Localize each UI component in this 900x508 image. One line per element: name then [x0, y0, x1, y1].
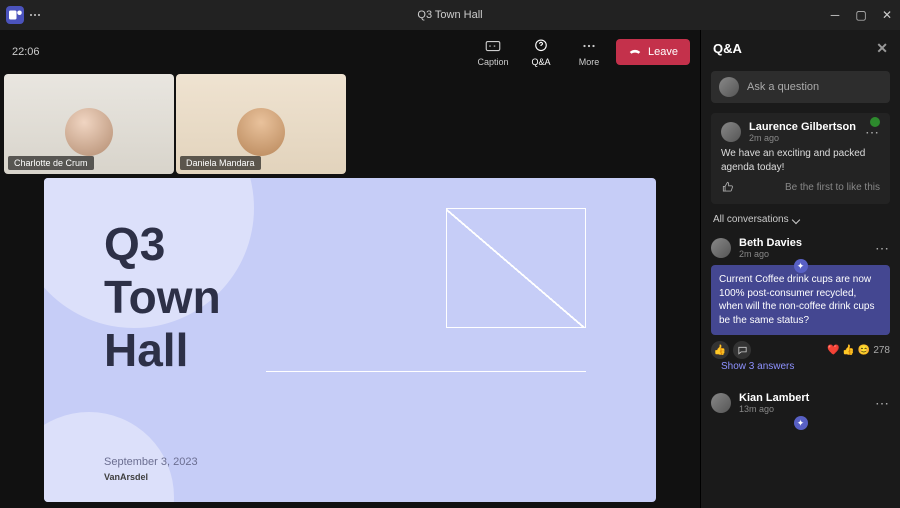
window-minimize[interactable]: ─	[828, 8, 842, 22]
question-body: Current Coffee drink cups are now 100% p…	[711, 265, 890, 335]
window-maximize[interactable]: ▢	[854, 8, 868, 22]
moderator-badge-icon: ✦	[794, 416, 808, 430]
more-actions[interactable]: More	[568, 37, 610, 67]
ask-question-input[interactable]: Ask a question	[711, 71, 890, 103]
announcement-item: Laurence Gilbertson 2m ago ⋯ We have an …	[711, 113, 890, 204]
post-time: 2m ago	[739, 249, 802, 259]
shared-slide: Q3 Town Hall September 3, 2023 VanArsdel	[44, 178, 656, 502]
post-time: 13m ago	[739, 404, 809, 414]
caption-toggle[interactable]: Caption	[472, 37, 514, 67]
panel-title: Q&A	[713, 41, 742, 56]
self-avatar	[719, 77, 739, 97]
participant-name: Daniela Mandara	[180, 156, 261, 170]
author-name: Beth Davies	[739, 237, 802, 249]
hangup-icon	[628, 45, 642, 59]
meeting-duration: 22:06	[12, 46, 40, 58]
question-item: Kian Lambert 13m ago ⋯ ✦	[701, 384, 900, 426]
user-avatar	[721, 122, 741, 142]
question-item: Beth Davies 2m ago ⋯ ✦ Current Coffee dr…	[701, 229, 900, 384]
close-panel-icon[interactable]: ✕	[876, 40, 888, 57]
like-icon[interactable]	[721, 180, 735, 194]
status-badge-icon	[870, 117, 880, 127]
reaction-count: 278	[873, 345, 890, 356]
participant-name: Charlotte de Crum	[8, 156, 94, 170]
window-title: Q3 Town Hall	[417, 9, 482, 21]
slide-decoration-triangle	[446, 208, 586, 328]
teams-app-icon	[6, 6, 24, 24]
video-row: Charlotte de Crum Daniela Mandara	[4, 74, 696, 174]
leave-button[interactable]: Leave	[616, 39, 690, 65]
more-icon	[580, 37, 598, 55]
reaction-like-icon: 👍	[842, 345, 854, 356]
qa-toggle[interactable]: Q&A	[520, 37, 562, 67]
react-like-button[interactable]: 👍	[711, 341, 729, 359]
participant-avatar	[237, 108, 285, 156]
show-answers-link[interactable]: Show 3 answers	[711, 359, 890, 374]
item-more-icon[interactable]: ⋯	[875, 395, 890, 412]
user-avatar	[711, 238, 731, 258]
video-tile[interactable]: Charlotte de Crum	[4, 74, 174, 174]
video-tile[interactable]: Daniela Mandara	[176, 74, 346, 174]
window-close[interactable]: ✕	[880, 8, 894, 22]
first-like-hint: Be the first to like this	[785, 182, 880, 193]
caption-icon	[484, 37, 502, 55]
reaction-smile-icon: 😊	[858, 345, 870, 356]
reaction-heart-icon: ❤️	[827, 345, 839, 356]
slide-decoration-line	[266, 371, 586, 372]
slide-brand: VanArsdel	[104, 472, 148, 482]
post-body: We have an exciting and packed agenda to…	[721, 147, 880, 174]
qa-panel: Q&A ✕ Ask a question Laurence Gilbertson…	[700, 30, 900, 508]
reply-button[interactable]	[733, 341, 751, 359]
titlebar: Q3 Town Hall ─ ▢ ✕	[0, 0, 900, 30]
participant-avatar	[65, 108, 113, 156]
qa-icon	[532, 37, 550, 55]
chevron-down-icon	[791, 215, 799, 223]
meeting-bar: 22:06 Caption Q&A More Leave	[2, 32, 698, 72]
user-avatar	[711, 393, 731, 413]
moderator-badge-icon: ✦	[794, 259, 808, 273]
post-time: 2m ago	[749, 133, 856, 143]
titlebar-more-icon[interactable]	[30, 14, 40, 16]
author-name: Kian Lambert	[739, 392, 809, 404]
author-name: Laurence Gilbertson	[749, 121, 856, 133]
ask-placeholder: Ask a question	[747, 81, 819, 93]
comment-icon	[737, 345, 748, 356]
slide-date: September 3, 2023	[104, 456, 198, 468]
slide-title: Q3 Town Hall	[104, 218, 221, 377]
item-more-icon[interactable]: ⋯	[875, 240, 890, 257]
filter-dropdown[interactable]: All conversations	[701, 210, 900, 229]
